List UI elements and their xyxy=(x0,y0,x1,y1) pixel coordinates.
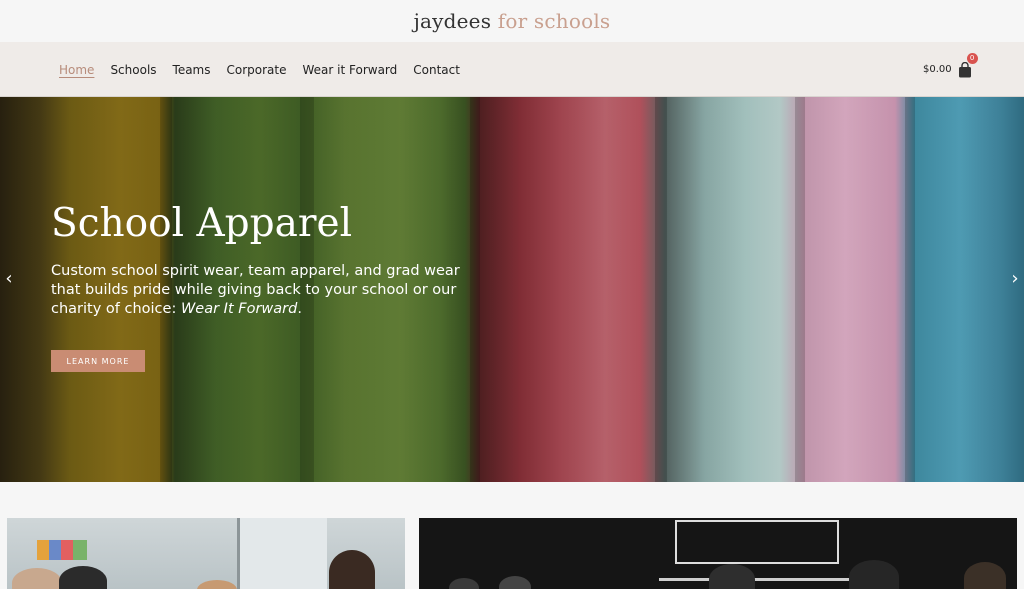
chevron-right-icon[interactable]: › xyxy=(1008,269,1022,289)
nav-menu: Home Schools Teams Corporate Wear it For… xyxy=(59,42,476,97)
hero-description: Custom school spirit wear, team apparel,… xyxy=(51,262,471,319)
player-figure xyxy=(449,578,479,589)
logo-main: jaydees xyxy=(413,9,492,33)
nav-item-teams[interactable]: Teams xyxy=(173,63,211,77)
cart-total: $0.00 xyxy=(923,64,952,75)
player-figure xyxy=(849,560,899,589)
hero-slider: School Apparel Custom school spirit wear… xyxy=(0,97,1024,482)
student-figure xyxy=(197,580,237,589)
student-figure xyxy=(12,568,62,589)
hero-title: School Apparel xyxy=(51,201,353,246)
nav-item-contact[interactable]: Contact xyxy=(413,63,460,77)
nav-item-schools[interactable]: Schools xyxy=(110,63,156,77)
logo-bar: jaydees for schools xyxy=(0,0,1024,42)
nav-item-wear-it-forward[interactable]: Wear it Forward xyxy=(303,63,398,77)
rail xyxy=(659,578,859,581)
chevron-left-icon[interactable]: ‹ xyxy=(2,269,16,289)
student-figure xyxy=(59,566,107,589)
hero-text-end: . xyxy=(297,301,302,317)
logo-accent: for schools xyxy=(497,9,611,33)
cart-button[interactable]: $0.00 0 xyxy=(923,42,978,97)
teams-image-card[interactable] xyxy=(419,518,1017,589)
player-figure xyxy=(709,564,755,589)
schools-image-card[interactable] xyxy=(7,518,405,589)
student-figure xyxy=(329,550,375,589)
nav-item-home[interactable]: Home xyxy=(59,63,94,77)
nav-item-corporate[interactable]: Corporate xyxy=(227,63,287,77)
site-logo[interactable]: jaydees for schools xyxy=(414,9,611,33)
main-nav: Home Schools Teams Corporate Wear it For… xyxy=(0,42,1024,97)
hero-text-emphasis: Wear It Forward xyxy=(180,301,298,317)
player-figure xyxy=(499,576,531,589)
cart-count-badge: 0 xyxy=(966,52,978,64)
classroom-window xyxy=(237,518,327,589)
shopping-bag-icon[interactable]: 0 xyxy=(958,52,978,78)
scoreboard xyxy=(675,520,839,564)
classroom-artwork xyxy=(37,540,87,560)
player-figure xyxy=(964,562,1006,589)
learn-more-button[interactable]: LEARN MORE xyxy=(51,350,145,372)
